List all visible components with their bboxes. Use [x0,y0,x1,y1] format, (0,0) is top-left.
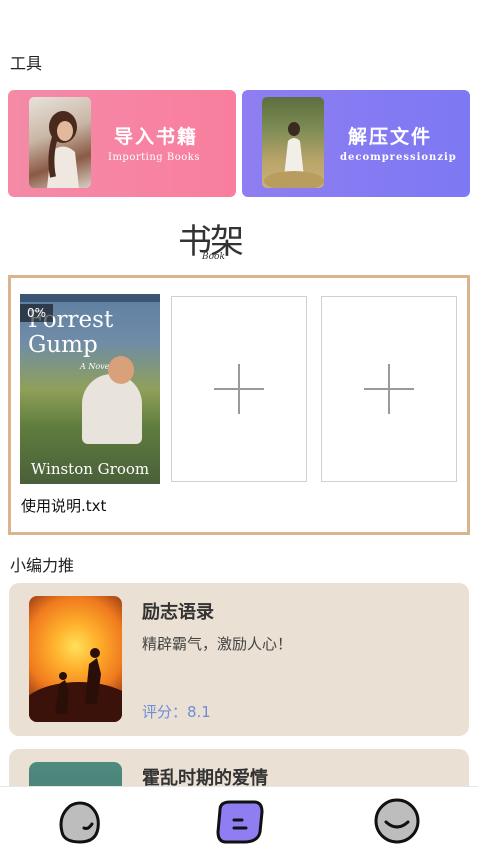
bookshelf-panel: Forrest Gump A Novel Winston Groom 0% 使用… [8,275,470,535]
recommend-section-title: 小编力推 [10,556,75,575]
import-books-image [29,97,91,188]
nav-profile-tab[interactable] [372,796,422,846]
book-cover[interactable]: Forrest Gump A Novel Winston Groom 0% [20,294,160,484]
import-books-button[interactable]: 导入书籍 Importing Books [8,90,236,197]
book-name[interactable]: 使用说明.txt [21,495,106,516]
recommend-card[interactable]: 励志语录 精辟霸气，激励人心！ 评分：8.1 [9,583,469,736]
cover-author: Winston Groom [30,460,150,478]
profile-face-icon [374,798,420,844]
plus-icon [214,364,264,414]
nav-bookshelf-tab[interactable] [54,796,104,846]
recommend-score: 评分：8.1 [142,703,211,721]
chat-face-icon [216,800,264,844]
add-book-slot[interactable] [171,296,307,482]
bookshelf-face-icon [59,801,100,844]
plus-icon [364,364,414,414]
bottom-navigation [0,786,478,851]
recommend-cover-image [29,596,122,722]
import-books-subtitle: Importing Books [108,152,200,163]
recommend-title: 励志语录 [142,602,214,623]
add-book-slot[interactable] [321,296,457,482]
bookshelf-logo: 书架 Book [178,214,258,270]
reading-progress-badge: 0% [20,304,54,322]
tools-section-title: 工具 [10,54,43,73]
decompress-file-button[interactable]: 解压文件 decompressionzip [242,90,470,197]
cover-figure [82,374,142,444]
decompress-file-image [262,97,324,188]
nav-chat-tab[interactable] [214,796,264,846]
recommend-description: 精辟霸气，激励人心！ [142,635,293,653]
bookshelf-logo-subtext: Book [202,252,225,262]
cover-figure-head [108,356,134,384]
import-books-title: 导入书籍 [114,126,199,148]
decompress-file-title: 解压文件 [348,126,433,148]
decompress-file-subtitle: decompressionzip [340,152,457,163]
cover-header-strip [20,294,160,302]
